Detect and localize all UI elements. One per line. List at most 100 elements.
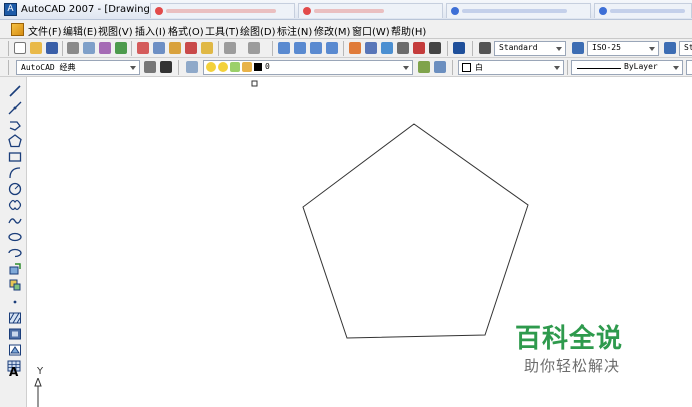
point-icon[interactable] (8, 295, 22, 309)
grip-marker[interactable] (251, 80, 258, 87)
text-style-icon[interactable] (479, 42, 491, 54)
insert-block-icon[interactable] (8, 262, 22, 276)
layer-plot-icon (242, 62, 252, 72)
pan-icon[interactable] (278, 42, 290, 54)
browser-tab-3[interactable] (446, 3, 591, 18)
autocad-app-icon: A (4, 3, 17, 16)
match-properties-icon[interactable] (185, 42, 197, 54)
menu-bar: 文件(F) 编辑(E) 视图(V) 插入(I) 格式(O) 工具(T) 绘图(D… (0, 20, 692, 39)
block-editor-icon[interactable] (201, 42, 213, 54)
chevron-down-icon (130, 66, 136, 70)
multiline-text-tool[interactable]: A (9, 365, 18, 379)
menu-view[interactable]: 视图(V) (98, 23, 133, 38)
table-style-icon[interactable] (664, 42, 676, 54)
ucs-y-label: Y (37, 366, 44, 377)
watermark: 百科全说 助你轻松解决 (515, 318, 655, 378)
design-center-icon[interactable] (365, 42, 377, 54)
menu-format[interactable]: 格式(O) (168, 23, 204, 38)
chevron-down-icon (403, 66, 409, 70)
standard-toolbar: Standard ISO-25 St (0, 39, 692, 58)
chevron-down-icon (554, 66, 560, 70)
new-file-icon[interactable] (14, 42, 26, 54)
layer-previous-icon[interactable] (434, 61, 446, 73)
sheet-set-icon[interactable] (397, 42, 409, 54)
layer-color-swatch-icon (254, 63, 262, 71)
linetype-value: ByLayer (624, 62, 658, 71)
ellipse-arc-icon[interactable] (8, 246, 22, 260)
quickcalc-icon[interactable] (429, 42, 441, 54)
zoom-window-icon[interactable] (310, 42, 322, 54)
color-dropdown[interactable]: 白 (458, 60, 564, 75)
dim-style-icon[interactable] (572, 42, 584, 54)
layer-dropdown[interactable]: 0 (203, 60, 413, 75)
properties-icon[interactable] (349, 42, 361, 54)
region-icon[interactable] (8, 343, 22, 357)
layer-lock-icon (230, 62, 240, 72)
menu-help[interactable]: 帮助(H) (391, 23, 426, 38)
arc-icon[interactable] (8, 166, 22, 180)
make-object-layer-current-icon[interactable] (418, 61, 430, 73)
linetype-dropdown[interactable]: ByLayer (571, 60, 683, 75)
browser-tab-4[interactable] (594, 3, 692, 18)
lineweight-dropdown[interactable] (686, 60, 692, 75)
polygon-icon[interactable] (8, 134, 22, 148)
ellipse-icon[interactable] (8, 230, 22, 244)
zoom-previous-icon[interactable] (326, 42, 338, 54)
polyline-icon[interactable] (8, 118, 22, 132)
publish-icon[interactable] (99, 42, 111, 54)
gradient-icon[interactable] (8, 327, 22, 341)
draw-toolbar: A (0, 77, 27, 407)
make-block-icon[interactable] (8, 278, 22, 292)
browser-tab-2[interactable] (298, 3, 443, 18)
menu-window[interactable]: 窗口(W) (352, 23, 390, 38)
revision-cloud-icon[interactable] (8, 198, 22, 212)
help-icon[interactable] (453, 42, 465, 54)
workspace-dropdown[interactable]: AutoCAD 经典 (16, 60, 140, 75)
title-bar: A AutoCAD 2007 - [Drawing1.dwg] (0, 0, 692, 20)
text-style-dropdown[interactable]: Standard (494, 41, 566, 56)
menu-file[interactable]: 文件(F) (28, 23, 62, 38)
browser-tab-1[interactable] (150, 3, 295, 18)
save-workspace-icon[interactable] (160, 61, 172, 73)
workspace-value: AutoCAD 经典 (21, 63, 76, 72)
color-value: 白 (475, 63, 483, 72)
menu-insert[interactable]: 插入(I) (135, 23, 166, 38)
print-icon[interactable] (67, 42, 79, 54)
pentagon-shape[interactable] (302, 123, 529, 339)
rectangle-icon[interactable] (8, 150, 22, 164)
table-style-dropdown[interactable]: St (679, 41, 692, 56)
layer-manager-icon[interactable] (186, 61, 198, 73)
menu-dimension[interactable]: 标注(N) (277, 23, 312, 38)
menu-draw[interactable]: 绘图(D) (240, 23, 276, 38)
menu-edit[interactable]: 编辑(E) (63, 23, 97, 38)
table-style-value: St (684, 43, 692, 52)
line-icon[interactable] (8, 84, 22, 98)
print-preview-icon[interactable] (83, 42, 95, 54)
layer-value: 0 (265, 62, 270, 71)
markup-icon[interactable] (413, 42, 425, 54)
chevron-down-icon (673, 66, 679, 70)
ucs-arrow-icon (34, 378, 42, 407)
spline-icon[interactable] (8, 214, 22, 228)
hatch-icon[interactable] (8, 311, 22, 325)
workspace-settings-icon[interactable] (144, 61, 156, 73)
document-menu-icon[interactable] (11, 23, 24, 36)
dim-style-dropdown[interactable]: ISO-25 (587, 41, 659, 56)
chevron-down-icon (649, 47, 655, 51)
chevron-down-icon (556, 47, 562, 51)
menu-tools[interactable]: 工具(T) (205, 23, 239, 38)
open-file-icon[interactable] (30, 42, 42, 54)
plot-icon[interactable] (115, 42, 127, 54)
tool-palettes-icon[interactable] (381, 42, 393, 54)
menu-modify[interactable]: 修改(M) (314, 23, 350, 38)
layer-on-icon (206, 62, 216, 72)
zoom-realtime-icon[interactable] (294, 42, 306, 54)
circle-icon[interactable] (8, 182, 22, 196)
construction-line-icon[interactable] (8, 101, 22, 115)
undo-icon[interactable] (224, 42, 236, 54)
save-icon[interactable] (46, 42, 58, 54)
redo-icon[interactable] (248, 42, 260, 54)
paste-icon[interactable] (169, 42, 181, 54)
copy-icon[interactable] (153, 42, 165, 54)
cut-icon[interactable] (137, 42, 149, 54)
